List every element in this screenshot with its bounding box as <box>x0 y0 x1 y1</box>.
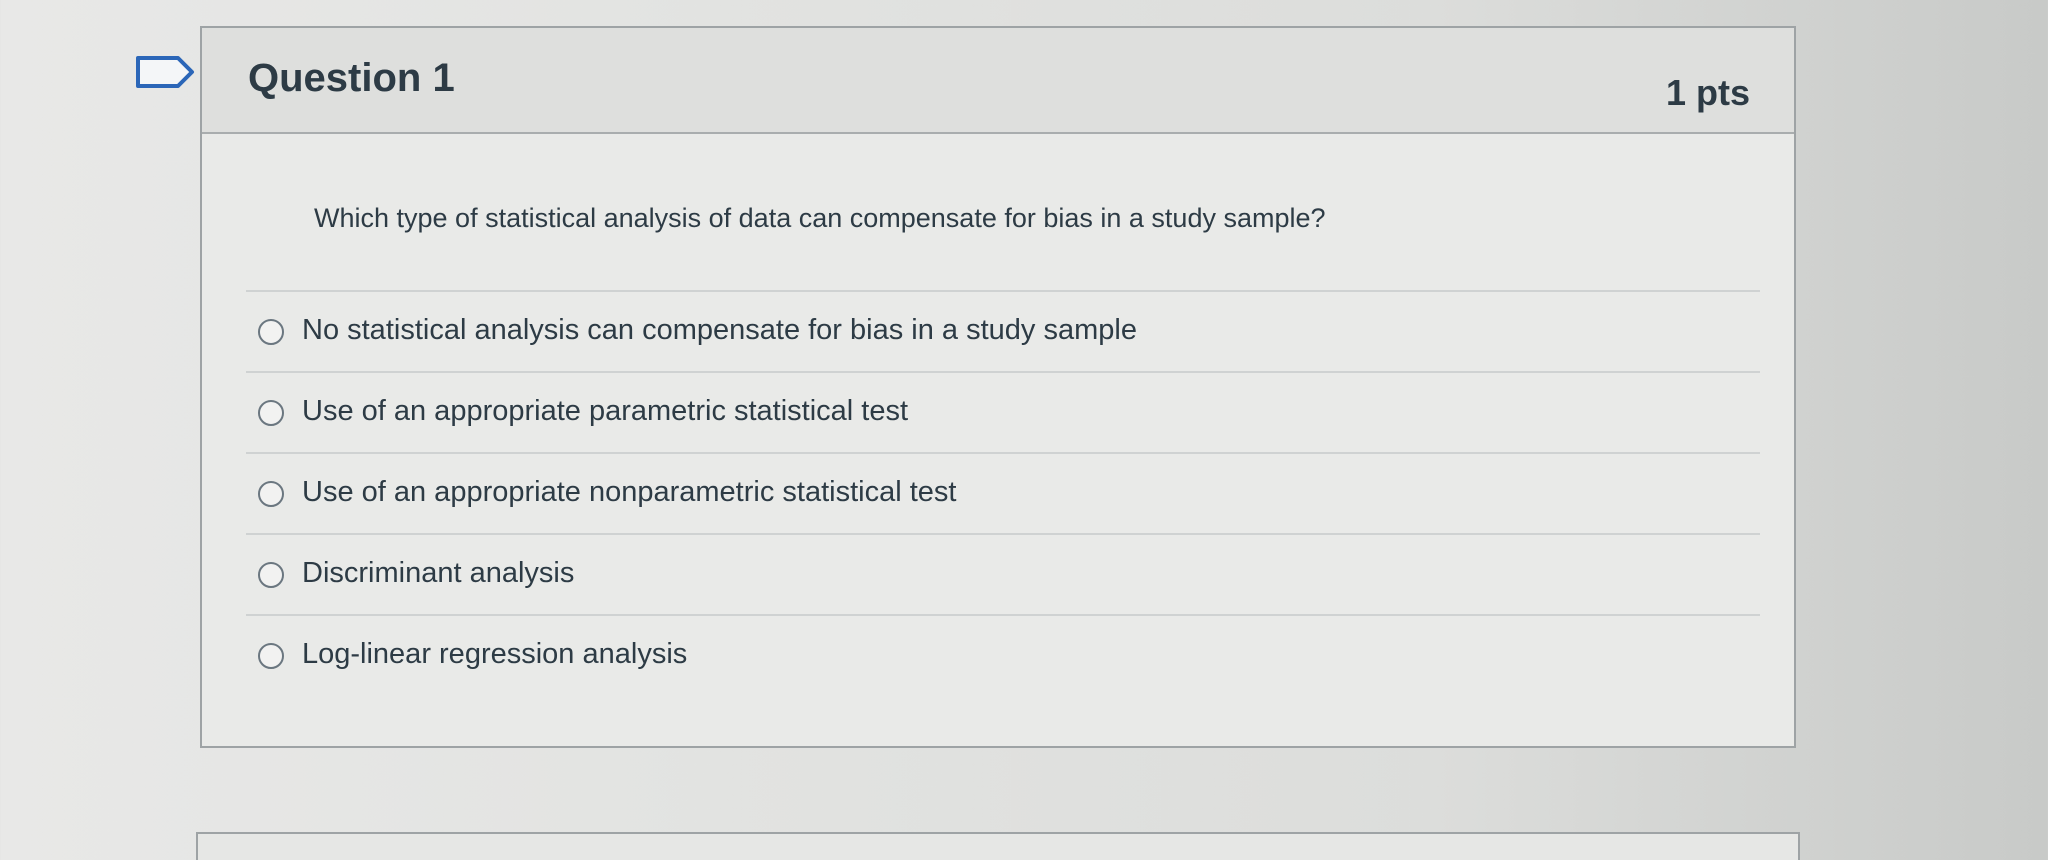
answer-option-5[interactable]: Log-linear regression analysis <box>246 616 1760 697</box>
answer-option-3[interactable]: Use of an appropriate nonparametric stat… <box>246 454 1760 535</box>
radio-button[interactable] <box>258 643 284 669</box>
next-question-card <box>196 832 1800 860</box>
radio-button[interactable] <box>258 481 284 507</box>
answer-option-4[interactable]: Discriminant analysis <box>246 535 1760 616</box>
radio-button[interactable] <box>258 400 284 426</box>
answer-label[interactable]: Discriminant analysis <box>302 557 574 590</box>
answer-label[interactable]: Use of an appropriate nonparametric stat… <box>302 476 956 509</box>
question-card: Question 1 1 pts Which type of statistic… <box>200 26 1796 748</box>
question-points: 1 pts <box>1665 72 1750 113</box>
answer-option-2[interactable]: Use of an appropriate parametric statist… <box>246 373 1760 454</box>
radio-button[interactable] <box>258 319 284 345</box>
radio-button[interactable] <box>258 562 284 588</box>
question-text: Which type of statistical analysis of da… <box>314 203 1326 233</box>
answer-label[interactable]: No statistical analysis can compensate f… <box>302 314 1137 347</box>
answer-label[interactable]: Use of an appropriate parametric statist… <box>302 395 908 428</box>
answer-option-1[interactable]: No statistical analysis can compensate f… <box>246 292 1760 373</box>
answer-list: No statistical analysis can compensate f… <box>246 290 1760 697</box>
answer-label[interactable]: Log-linear regression analysis <box>302 638 687 671</box>
bookmark-flag-icon[interactable] <box>134 54 196 90</box>
question-title: Question 1 <box>248 56 455 100</box>
question-header: Question 1 1 pts <box>202 28 1794 134</box>
